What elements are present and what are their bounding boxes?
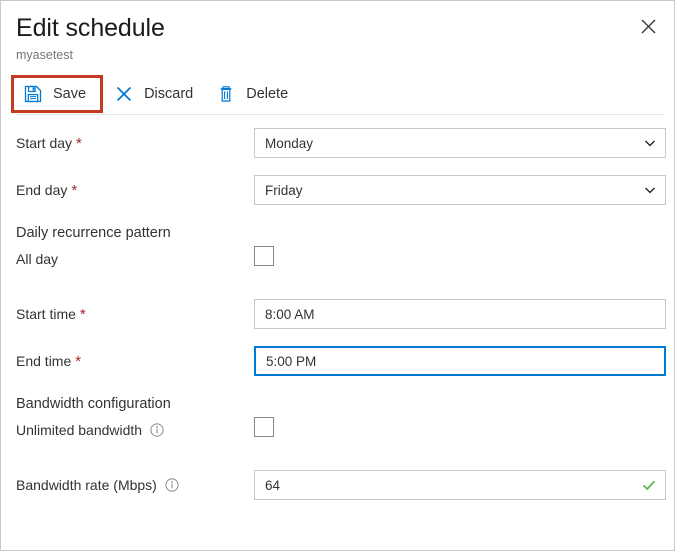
end-day-dropdown[interactable]: Friday [254,175,666,205]
form-row-unlimited-bandwidth: Unlimited bandwidth [1,417,674,468]
delete-button[interactable]: Delete [205,75,300,113]
unlimited-bandwidth-checkbox[interactable] [254,417,274,437]
form-row-start-time: Start time * 8:00 AM [1,297,674,344]
discard-button-label: Discard [144,86,194,102]
form-row-all-day: All day [1,246,674,297]
start-time-input[interactable]: 8:00 AM [254,299,666,329]
required-asterisk: * [71,182,78,199]
save-button-label: Save [53,86,87,102]
discard-button[interactable]: Discard [103,75,205,113]
unlimited-bandwidth-label: Unlimited bandwidth [16,421,164,439]
form-row-end-day: End day * Friday [1,173,674,220]
form-row-bandwidth-rate: Bandwidth rate (Mbps) 64 [1,468,674,515]
panel-header: Edit schedule myasetest [1,1,674,63]
close-x-icon [113,83,135,105]
end-time-label: End time * [16,353,82,370]
all-day-label: All day [16,251,59,267]
edit-schedule-panel: Edit schedule myasetest Save Discard Del… [0,0,675,551]
info-icon[interactable] [150,423,164,437]
required-asterisk: * [76,135,82,152]
daily-recurrence-heading: Daily recurrence pattern [16,225,171,241]
delete-button-label: Delete [246,86,289,102]
start-time-value: 8:00 AM [265,306,315,322]
save-button[interactable]: Save [11,75,104,113]
panel-subtitle: myasetest [16,48,73,62]
trash-icon [215,83,237,105]
bandwidth-rate-label: Bandwidth rate (Mbps) [16,476,179,494]
start-day-value: Monday [265,135,314,151]
close-icon [641,19,656,34]
save-floppy-icon [22,83,44,105]
chevron-down-icon [643,136,657,150]
required-asterisk: * [79,306,86,323]
required-asterisk: * [75,353,82,370]
bandwidth-rate-value: 64 [265,477,281,493]
all-day-checkbox[interactable] [254,246,274,266]
end-day-value: Friday [265,182,303,198]
bandwidth-rate-input[interactable]: 64 [254,470,666,500]
end-time-value: 5:00 PM [266,353,317,369]
chevron-down-icon [643,183,657,197]
form-row-end-time: End time * 5:00 PM [1,344,674,391]
end-day-label: End day * [16,182,78,199]
schedule-form: Start day * Monday End day * Friday Dail… [1,126,674,515]
command-toolbar: Save Discard Delete [11,75,664,113]
start-day-label: Start day * [16,135,82,152]
info-icon[interactable] [165,478,179,492]
start-day-dropdown[interactable]: Monday [254,128,666,158]
bandwidth-configuration-heading: Bandwidth configuration [16,396,171,412]
page-title: Edit schedule [16,14,165,42]
close-button[interactable] [631,9,665,43]
green-checkmark-icon [641,477,657,493]
start-time-label: Start time * [16,306,86,323]
form-row-start-day: Start day * Monday [1,126,674,173]
toolbar-divider [16,114,664,115]
end-time-input[interactable]: 5:00 PM [254,346,666,376]
